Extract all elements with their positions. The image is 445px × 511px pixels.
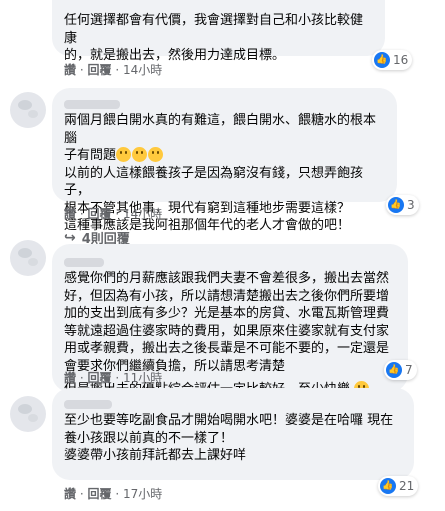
- comment-author[interactable]: [64, 96, 385, 112]
- like-reaction-icon: 👍: [386, 362, 402, 378]
- separator: ·: [115, 63, 123, 77]
- timestamp[interactable]: 17小時: [123, 487, 162, 501]
- comment-actions: 讚 · 回覆 · 14小時: [64, 62, 162, 78]
- comment-line-with-emoji: 子有問題: [64, 147, 385, 165]
- comment-actions: 讚 · 回覆 · 17小時: [64, 486, 162, 502]
- comment-line: 婆婆帶小孩前拜託都去上課好咩: [64, 448, 247, 463]
- comment-line: 兩個月餵白開水真的有難這，餵白開水、餵糖水的根本腦: [64, 113, 377, 146]
- reaction-number: 3: [407, 198, 415, 212]
- comment-line: 任何選擇都會有代價，我會選擇對自己和小孩比較健康: [64, 13, 364, 46]
- comment-line: 等就遠超過住婆家時的費用，如果原來住婆家就有支付家: [64, 323, 390, 339]
- reply-button[interactable]: 回覆: [87, 371, 111, 385]
- like-reaction-icon: 👍: [388, 197, 404, 213]
- like-button[interactable]: 讚: [64, 207, 76, 221]
- author-name-redacted: [64, 100, 120, 109]
- reaction-count[interactable]: 👍 16: [372, 50, 413, 70]
- comment-bubble: 任何選擇都會有代價，我會選擇對自己和小孩比較健康 的，就是搬出去，然後用力達成目…: [52, 0, 385, 63]
- comment-text: 至少也要等吃副食品才開始喝開水吧！婆婆是在哈囉 現在 養小孩跟以前真的不一樣了！…: [64, 412, 402, 465]
- reply-button[interactable]: 回覆: [87, 487, 111, 501]
- comment-line: 加的支出到底有多少？光是基本的房貸、水電瓦斯管理費: [64, 306, 390, 321]
- reaction-number: 21: [399, 479, 415, 493]
- comment-text: 任何選擇都會有代價，我會選擇對自己和小孩比較健康 的，就是搬出去，然後用力達成目…: [64, 12, 373, 65]
- comment-line: 以前的人這樣餵養孩子是因為窮沒有錢，只想弄飽孩子，: [64, 165, 364, 199]
- reaction-number: 16: [393, 53, 409, 67]
- comment-line: 養小孩跟以前真的不一樣了！: [64, 430, 234, 446]
- separator: ·: [115, 207, 123, 221]
- comment-line: 用或孝親費，搬出去之後長輩是不可能不要的，一定還是: [64, 341, 390, 356]
- sweat-smile-emoji-icon: [148, 147, 164, 162]
- separator: ·: [115, 487, 123, 501]
- comment-actions: 讚 · 回覆 · 14小時: [64, 206, 162, 222]
- author-name-redacted: [64, 400, 112, 409]
- sweat-smile-emoji-icon: [132, 147, 148, 162]
- like-button[interactable]: 讚: [64, 63, 76, 77]
- timestamp[interactable]: 11小時: [123, 371, 162, 385]
- comment-bubble: 兩個月餵白開水真的有難這，餵白開水、餵糖水的根本腦 子有問題 以前的人這樣餵養孩…: [52, 88, 397, 233]
- reaction-count[interactable]: 👍 3: [386, 195, 419, 215]
- like-button[interactable]: 讚: [64, 371, 76, 385]
- reaction-count[interactable]: 👍 7: [384, 360, 417, 380]
- reaction-number: 7: [405, 363, 413, 377]
- avatar[interactable]: [10, 92, 46, 128]
- avatar[interactable]: [10, 396, 46, 432]
- like-reaction-icon: 👍: [380, 478, 396, 494]
- comment-bubble: 至少也要等吃副食品才開始喝開水吧！婆婆是在哈囉 現在 養小孩跟以前真的不一樣了！…: [52, 388, 414, 480]
- comment-line: 至少也要等吃副食品才開始喝開水吧！婆婆是在哈囉 現在: [64, 413, 394, 428]
- comment-actions: 讚 · 回覆 · 11小時: [64, 370, 162, 386]
- reply-button[interactable]: 回覆: [87, 63, 111, 77]
- comment-line: 感覺你們的月薪應該跟我們夫妻不會差很多，搬出去當然: [64, 271, 390, 286]
- timestamp[interactable]: 14小時: [123, 207, 162, 221]
- like-button[interactable]: 讚: [64, 487, 76, 501]
- comment-author[interactable]: [64, 396, 402, 412]
- comment-author[interactable]: [64, 254, 396, 270]
- author-name-redacted: [64, 258, 104, 267]
- reaction-count[interactable]: 👍 21: [378, 476, 419, 496]
- avatar[interactable]: [10, 240, 46, 276]
- timestamp[interactable]: 14小時: [123, 63, 162, 77]
- separator: ·: [115, 371, 123, 385]
- sweat-smile-emoji-icon: [116, 147, 132, 162]
- reply-button[interactable]: 回覆: [87, 207, 111, 221]
- like-reaction-icon: 👍: [374, 52, 390, 68]
- comment-line: 好，但因為有小孩，所以請想清楚搬出去之後你們所要增: [64, 288, 390, 304]
